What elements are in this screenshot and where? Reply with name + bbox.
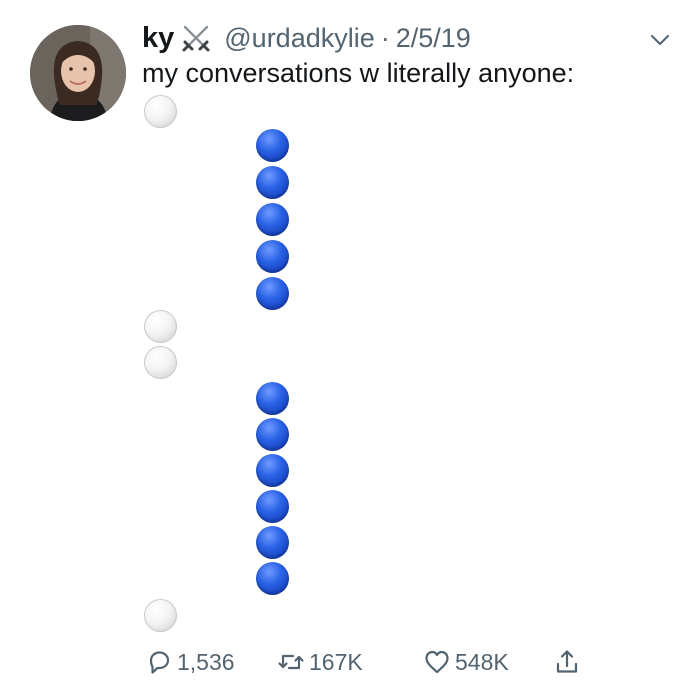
emoji-blue-circle bbox=[256, 526, 289, 559]
avatar[interactable] bbox=[30, 25, 126, 121]
reply-count: 1,536 bbox=[177, 648, 235, 675]
tweet-text: my conversations w literally anyone: bbox=[142, 58, 575, 88]
emoji-blue-circle bbox=[256, 454, 289, 487]
emoji-blue-circle bbox=[256, 382, 289, 415]
retweet-count: 167K bbox=[309, 648, 363, 675]
crossed-swords-icon bbox=[182, 25, 210, 52]
like-count: 548K bbox=[455, 648, 509, 675]
emoji-white-circle bbox=[144, 310, 177, 343]
share-button[interactable] bbox=[553, 640, 581, 684]
tweet-header: ky @urdadkylie · 2/5/19 bbox=[142, 20, 471, 56]
tweet-date[interactable]: 2/5/19 bbox=[396, 23, 471, 54]
display-name[interactable]: ky bbox=[142, 22, 174, 55]
reply-button[interactable]: 1,536 bbox=[145, 640, 235, 684]
emoji-white-circle bbox=[144, 599, 177, 632]
chevron-down-icon[interactable] bbox=[648, 28, 672, 52]
emoji-blue-circle bbox=[256, 240, 289, 273]
emoji-blue-circle bbox=[256, 490, 289, 523]
emoji-blue-circle bbox=[256, 562, 289, 595]
emoji-blue-circle bbox=[256, 203, 289, 236]
user-handle[interactable]: @urdadkylie bbox=[224, 23, 374, 54]
tweet-actions: 1,536 167K 548K bbox=[0, 640, 700, 684]
emoji-blue-circle bbox=[256, 166, 289, 199]
share-icon bbox=[556, 650, 578, 673]
emoji-white-circle bbox=[144, 346, 177, 379]
emoji-blue-circle bbox=[256, 277, 289, 310]
retweet-button[interactable]: 167K bbox=[277, 640, 363, 684]
emoji-white-circle bbox=[144, 95, 177, 128]
emoji-blue-circle bbox=[256, 129, 289, 162]
like-button[interactable]: 548K bbox=[423, 640, 509, 684]
separator: · bbox=[380, 22, 390, 53]
retweet-icon bbox=[278, 654, 304, 670]
reply-icon bbox=[149, 651, 170, 674]
emoji-blue-circle bbox=[256, 418, 289, 451]
heart-icon bbox=[425, 650, 449, 674]
